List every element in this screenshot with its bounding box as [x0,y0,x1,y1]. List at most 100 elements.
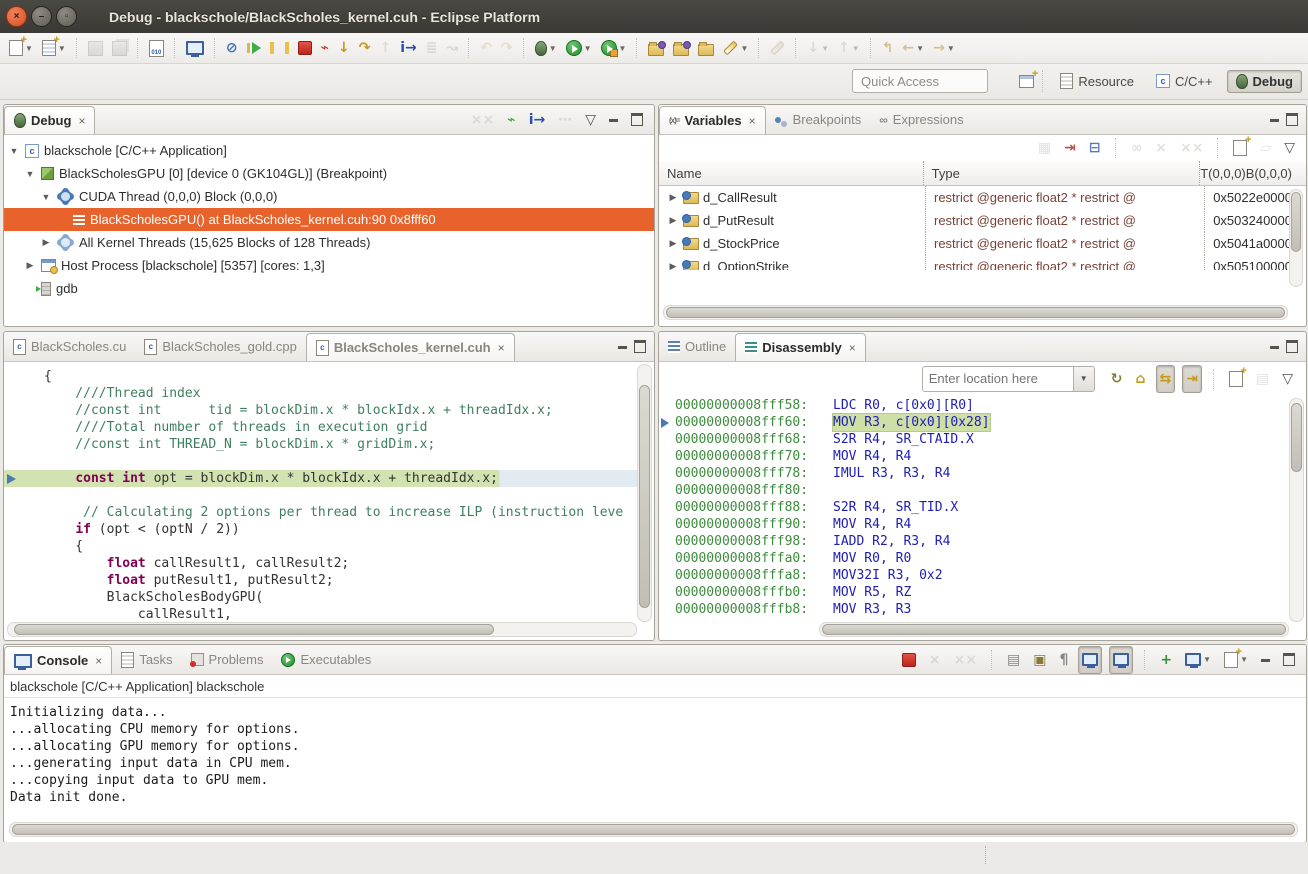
open-resource-button[interactable] [695,35,717,61]
debug-tree-item-gdb[interactable]: gdb [4,277,654,300]
column-value[interactable]: T(0,0,0)B(0,0,0) [1200,161,1306,185]
perspective-c-c[interactable]: cC/C++ [1148,71,1221,92]
editor-vscrollbar[interactable] [637,364,652,622]
expander-icon[interactable]: ▼ [40,192,52,202]
perspective-debug[interactable]: Debug [1227,70,1302,93]
expander-icon[interactable]: ▼ [24,169,36,179]
open-perspective-icon[interactable] [1019,75,1034,88]
quick-access-input[interactable] [852,69,988,93]
new-button[interactable]: ▼ [6,35,36,61]
maximize-button[interactable] [1286,340,1298,353]
home-button[interactable]: ⌂ [1132,366,1148,392]
location-dropdown-icon[interactable]: ▼ [1073,367,1094,391]
maximize-button[interactable] [1286,113,1298,126]
minimize-button[interactable] [1270,346,1279,349]
link-source-toggle[interactable]: ⇥ [1182,365,1202,393]
debug-tree-item-cuda[interactable]: ▼CUDA Thread (0,0,0) Block (0,0,0) [4,185,654,208]
refresh-button[interactable]: ↻ [1108,366,1126,392]
build-button[interactable]: 010 [146,35,167,61]
word-wrap-button[interactable]: ¶ [1057,647,1072,673]
tab-problems[interactable]: Problems [182,645,273,674]
expander-icon[interactable]: ▶ [667,238,679,249]
tab-variables[interactable]: (x)=Variables× [659,106,766,134]
window-minimize-button[interactable]: – [31,6,52,27]
open-type-button[interactable] [670,35,692,61]
new-view-button[interactable] [1230,135,1250,161]
close-tab-icon[interactable]: × [95,654,102,668]
close-tab-icon[interactable]: × [849,341,856,355]
new-cpp-project-button[interactable]: ▼ [39,35,69,61]
profile-button[interactable]: ▼ [598,35,630,61]
dropdown-arrow-icon[interactable]: ▼ [852,44,860,53]
maximize-button[interactable] [634,340,646,353]
column-name[interactable]: Name [659,161,924,185]
maximize-button[interactable] [628,107,646,133]
terminate-button[interactable] [295,35,315,61]
tab-blackscholes-cu[interactable]: cBlackScholes.cu [4,332,135,361]
close-tab-icon[interactable]: × [78,114,85,128]
scrollbar-thumb[interactable] [666,307,1285,318]
expander-icon[interactable]: ▶ [667,192,679,203]
skip-breakpoints-button[interactable]: ⊘ [223,35,241,61]
debug-tree-item-blackscholesgpu[interactable]: BlackScholesGPU() at BlackScholes_kernel… [4,208,654,231]
suspend-button[interactable] [267,35,292,61]
step-into-button[interactable]: ↓ [335,35,353,61]
instruction-stepping-button[interactable]: i→ [397,35,420,61]
new-view-button[interactable] [1226,366,1246,392]
collapse-all-button[interactable]: ⊟ [1086,135,1104,161]
pin-console-button[interactable]: + [1157,647,1175,673]
console-output[interactable]: Initializing data......allocating CPU me… [4,698,1306,806]
editor-hscrollbar[interactable] [7,622,637,637]
variables-vscrollbar[interactable] [1289,189,1303,287]
variables-table[interactable]: ▶d_CallResultrestrict @generic float2 * … [659,186,1306,270]
resume-button[interactable] [244,35,264,61]
open-console-button[interactable]: ▼ [1221,647,1251,673]
code-editor[interactable]: { ////Thread index //const int tid = blo… [4,362,639,624]
stdout-toggle[interactable] [1078,646,1102,674]
instruction-stepping-toggle[interactable]: i→ [526,107,549,133]
debug-button[interactable]: ▼ [532,35,560,61]
open-project-button[interactable] [645,35,667,61]
close-tab-icon[interactable]: × [749,114,756,128]
location-input[interactable] [923,371,1073,386]
tab-disassembly[interactable]: Disassembly× [735,333,866,361]
add-globals-button[interactable]: ⇥ [1061,135,1079,161]
variables-column-headers[interactable]: Name Type T(0,0,0)B(0,0,0) [659,161,1306,186]
tab-blackscholes-kernel-cuh[interactable]: cBlackScholes_kernel.cuh× [306,333,515,361]
scrollbar-thumb[interactable] [822,624,1286,635]
variable-row-d-stockprice[interactable]: ▶d_StockPricerestrict @generic float2 * … [659,232,1306,255]
tab-executables[interactable]: Executables [272,645,380,674]
dropdown-arrow-icon[interactable]: ▼ [619,44,627,53]
terminate-button[interactable] [899,647,919,673]
minimize-button[interactable] [1270,119,1279,122]
window-close-button[interactable]: × [6,6,27,27]
view-menu-button[interactable]: ▽ [582,107,599,133]
minimize-button[interactable] [618,346,627,349]
dropdown-arrow-icon[interactable]: ▼ [916,44,924,53]
remote-console-button[interactable] [183,35,207,61]
tab-console[interactable]: Console× [4,646,112,674]
scrollbar-thumb[interactable] [1291,192,1301,252]
scroll-lock-button[interactable]: ▣ [1030,647,1049,673]
debug-tree-item-blackscholesgpu[interactable]: ▼BlackScholesGPU [0] [device 0 (GK104GL)… [4,162,654,185]
disassembly-hscrollbar[interactable] [819,622,1289,637]
debug-tree-item-all[interactable]: ▶All Kernel Threads (15,625 Blocks of 12… [4,231,654,254]
track-pc-toggle[interactable]: ⇆ [1156,365,1176,393]
minimize-button[interactable] [606,107,621,133]
close-tab-icon[interactable]: × [498,341,505,355]
dropdown-arrow-icon[interactable]: ▼ [584,44,592,53]
variables-hscrollbar[interactable] [663,305,1288,320]
copy-button[interactable]: ▤ [1004,647,1023,673]
debug-tree[interactable]: ▼cblackschole [C/C++ Application]▼BlackS… [4,135,654,300]
variable-row-d-putresult[interactable]: ▶d_PutResultrestrict @generic float2 * r… [659,209,1306,232]
disassembly-listing[interactable]: 00000000008fff58:LDC R0, c[0x0][R0]00000… [659,395,1291,624]
tab-blackscholes-gold-cpp[interactable]: cBlackScholes_gold.cpp [135,332,305,361]
display-console-button[interactable]: ▼ [1182,647,1214,673]
tab-outline[interactable]: Outline [659,332,735,361]
scrollbar-thumb[interactable] [1291,403,1302,472]
dropdown-arrow-icon[interactable]: ▼ [947,44,955,53]
stderr-toggle[interactable] [1109,646,1133,674]
expander-icon[interactable]: ▶ [667,215,679,226]
column-type[interactable]: Type [924,161,1201,185]
view-menu-button[interactable]: ▽ [1281,135,1298,161]
